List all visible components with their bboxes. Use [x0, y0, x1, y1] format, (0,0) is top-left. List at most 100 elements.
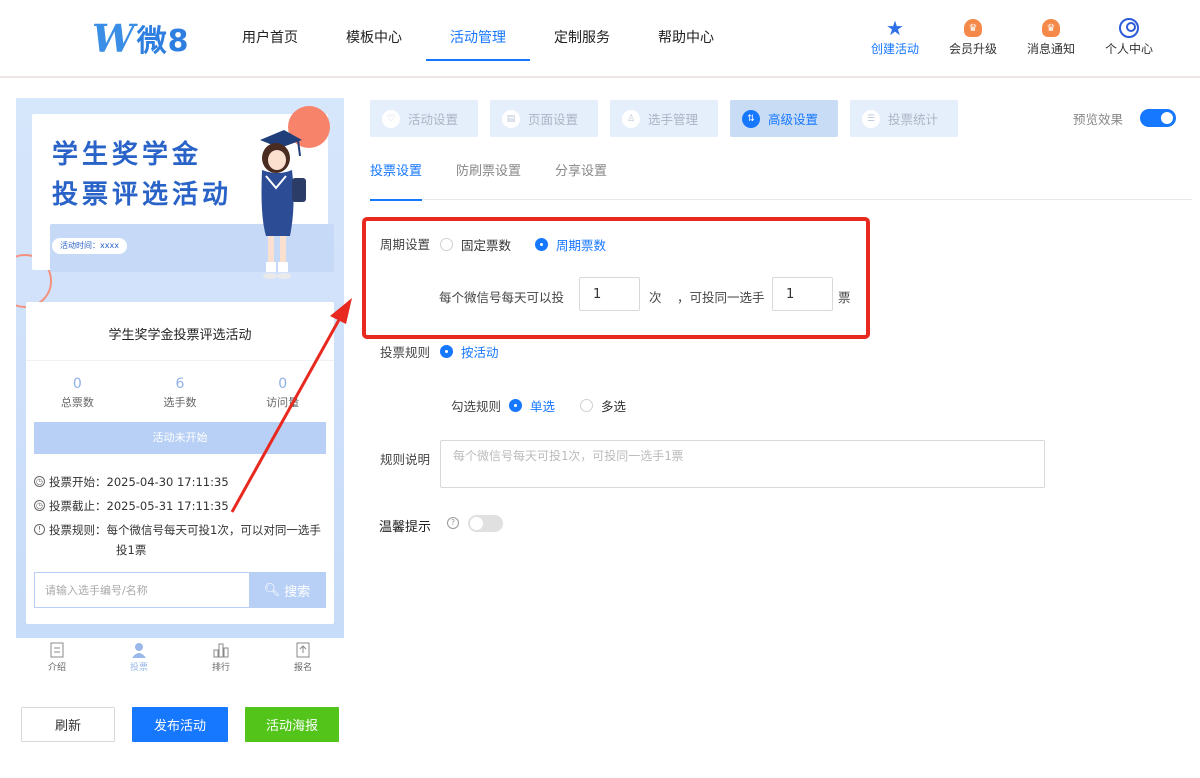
clock-icon: ◷ [34, 500, 45, 511]
radio-label: 按活动 [461, 345, 499, 360]
main-nav: 用户首页 模板中心 活动管理 定制服务 帮助中心 [218, 0, 738, 78]
radio-dot [509, 399, 522, 412]
stat-label: 选手数 [163, 396, 197, 409]
nav-templates[interactable]: 模板中心 [322, 0, 426, 78]
upload-icon [296, 642, 310, 658]
refresh-button[interactable]: 刷新 [21, 707, 115, 742]
bottom-nav-vote[interactable]: 投票 [109, 640, 169, 680]
info-icon: ! [34, 524, 45, 535]
stats-row: 0 总票数 6 选手数 0 访问量 [26, 376, 334, 410]
radio-fixed-votes[interactable]: 固定票数 [440, 235, 511, 254]
vote-start-text: 投票开始：2025-04-30 17:11:35 [49, 475, 229, 489]
step-page-settings[interactable]: ▤ 页面设置 [490, 100, 598, 137]
vote-end-text: 投票截止：2025-05-31 17:11:35 [49, 499, 229, 513]
radio-multi-select[interactable]: 多选 [580, 396, 626, 415]
banner-title-line2: 投票评选活动 [52, 180, 233, 210]
step-label: 活动设置 [408, 112, 459, 127]
setting-steps: ♡ 活动设置 ▤ 页面设置 ♙ 选手管理 ⇅ 高级设置 ☰ 投票统计 [370, 100, 958, 137]
step-label: 页面设置 [528, 112, 579, 127]
rule-desc-textarea[interactable] [440, 440, 1045, 488]
nav-home[interactable]: 用户首页 [218, 0, 322, 78]
question-icon[interactable]: ? [447, 517, 459, 529]
divider [26, 360, 334, 361]
clock-icon: ◷ [34, 476, 45, 487]
profile-button[interactable]: 个人中心 [1090, 16, 1168, 57]
vote-start-info: ◷ 投票开始：2025-04-30 17:11:35 [34, 474, 229, 490]
player-search-input[interactable] [35, 573, 249, 607]
radio-label: 单选 [530, 399, 556, 414]
activity-card: 学生奖学金投票评选活动 0 总票数 6 选手数 0 访问量 活动未开始 ◷ 投票… [26, 302, 334, 624]
stat-visits: 0 访问量 [231, 376, 334, 410]
person-icon [132, 643, 146, 658]
vote-end-info: ◷ 投票截止：2025-05-31 17:11:35 [34, 498, 229, 514]
search-button[interactable]: 🔍︎ 搜索 [249, 573, 325, 607]
publish-activity-button[interactable]: 发布活动 [132, 707, 228, 742]
select-rule-label: 勾选规则 [451, 399, 502, 414]
vote-rule-text-cont: 投1票 [116, 543, 147, 557]
nav-help[interactable]: 帮助中心 [634, 0, 738, 78]
bottom-nav-signup[interactable]: 报名 [273, 640, 333, 680]
radio-label: 固定票数 [461, 238, 512, 253]
step-player-manage[interactable]: ♙ 选手管理 [610, 100, 718, 137]
notifications-button[interactable]: ♛ 消息通知 [1012, 16, 1090, 57]
activity-title: 学生奖学金投票评选活动 [108, 328, 252, 343]
heart-icon: ♡ [382, 109, 400, 128]
create-activity-label: 创建活动 [870, 42, 919, 56]
stat-number: 6 [175, 376, 185, 392]
period-setting-label: 周期设置 [380, 237, 431, 252]
radio-by-activity[interactable]: 按活动 [440, 342, 499, 361]
preview-toggle-switch[interactable] [1140, 109, 1176, 127]
rule-desc-label: 规则说明 [380, 452, 431, 467]
crown-badge-icon: ♛ [964, 19, 982, 37]
preview-toggle-label: 预览效果 [1073, 112, 1124, 127]
radio-dot [580, 399, 593, 412]
bell-badge-icon: ♛ [1042, 19, 1060, 37]
step-label: 高级设置 [768, 112, 819, 127]
tip-label: 温馨提示 [379, 520, 432, 535]
logo[interactable]: W 微8 [92, 16, 190, 61]
tab-share-settings[interactable]: 分享设置 [555, 150, 607, 200]
create-activity-button[interactable]: ★ 创建活动 [856, 16, 934, 57]
votes-unit: 票 [838, 290, 851, 305]
bottom-nav-label: 投票 [129, 663, 148, 673]
tab-vote-settings[interactable]: 投票设置 [370, 150, 423, 201]
radio-cycle-votes[interactable]: 周期票数 [535, 235, 606, 254]
top-header: W 微8 用户首页 模板中心 活动管理 定制服务 帮助中心 ★ 创建活动 ♛ 会… [0, 0, 1200, 78]
radio-label: 多选 [601, 399, 627, 414]
same-player-text: ，可投同一选手 [677, 290, 765, 305]
search-icon: 🔍︎ [263, 582, 281, 598]
search-button-label: 搜索 [284, 584, 311, 600]
step-activity-settings[interactable]: ♡ 活动设置 [370, 100, 478, 137]
vote-rule-label: 投票规则 [380, 345, 431, 360]
step-label: 投票统计 [888, 112, 939, 127]
stat-number: 0 [72, 376, 82, 392]
bottom-nav-label: 排行 [211, 663, 230, 673]
page-icon: ▤ [502, 109, 520, 128]
sub-tabs: 投票设置 防刷票设置 分享设置 [370, 150, 1192, 201]
tip-toggle-switch[interactable] [468, 515, 503, 532]
per-day-text: 每个微信号每天可以投 [439, 290, 565, 305]
activity-poster-button[interactable]: 活动海报 [245, 707, 339, 742]
vote-rule-info: ! 投票规则：每个微信号每天可投1次，可以对同一选手 [34, 522, 321, 538]
per-day-votes-input[interactable] [579, 277, 640, 311]
header-tools: ★ 创建活动 ♛ 会员升级 ♛ 消息通知 个人中心 [856, 16, 1168, 57]
banner-title-line1: 学生奖学金 [52, 140, 203, 170]
bottom-nav-rank[interactable]: 排行 [191, 640, 251, 680]
member-upgrade-button[interactable]: ♛ 会员升级 [934, 16, 1012, 57]
nav-activity-manage[interactable]: 活动管理 [426, 0, 530, 78]
bottom-nav-intro[interactable]: 介绍 [27, 640, 87, 680]
radio-dot [440, 345, 453, 358]
activity-status-bar: 活动未开始 [34, 422, 326, 454]
times-unit: 次 [649, 290, 662, 305]
star-icon: ★ [886, 16, 904, 40]
step-vote-stats[interactable]: ☰ 投票统计 [850, 100, 958, 137]
bottom-nav-label: 报名 [293, 663, 312, 673]
member-upgrade-label: 会员升级 [948, 42, 997, 56]
radio-single-select[interactable]: 单选 [509, 396, 555, 415]
mobile-preview: 学生奖学金 投票评选活动 活动时间：xxxx 学生奖学金投票评选活动 0 总票数… [16, 98, 344, 638]
vote-rule-info-cont: 投1票 [116, 542, 146, 558]
step-advanced-settings[interactable]: ⇅ 高级设置 [730, 100, 838, 137]
tab-anti-fraud-settings[interactable]: 防刷票设置 [456, 150, 521, 200]
same-player-votes-input[interactable] [772, 277, 833, 311]
nav-custom-service[interactable]: 定制服务 [530, 0, 634, 78]
